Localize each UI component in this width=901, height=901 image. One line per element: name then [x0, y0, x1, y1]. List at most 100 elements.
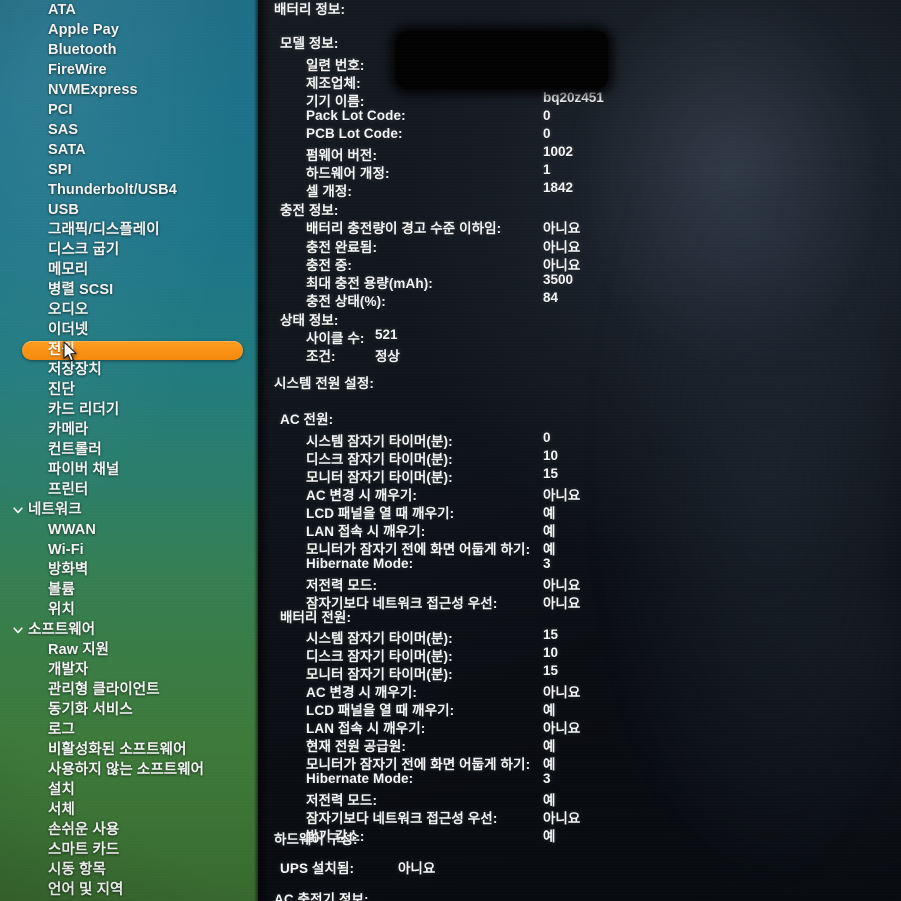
sidebar-item-18[interactable]: 저장장치 [0, 360, 258, 380]
system-information-window: ATA Apple Pay Bluetooth FireWire NVMExpress P… [0, 0, 901, 901]
sidebar-item-1[interactable]: Apple Pay [0, 20, 258, 40]
sidebar-item-38[interactable]: 사용하지 않는 소프트웨어 [0, 760, 258, 780]
info-row-value: 15 [543, 627, 559, 642]
info-section-header: AC 충전기 정보: [274, 892, 369, 901]
sidebar-item-31[interactable]: 소프트웨어 [0, 620, 258, 640]
info-row-label: 디스크 잠자기 타이머(분): [306, 649, 453, 664]
sidebar-item-11[interactable]: 그래픽/디스플레이 [0, 220, 258, 240]
sidebar-item-34[interactable]: 관리형 클라이언트 [0, 680, 258, 700]
sidebar-item-0[interactable]: ATA [0, 0, 258, 20]
info-row-value: 1 [543, 162, 551, 177]
sidebar-item-6[interactable]: SAS [0, 120, 258, 140]
info-row-value: 아니요 [543, 811, 581, 826]
sidebar-item-list[interactable]: ATA Apple Pay Bluetooth FireWire NVMExpress P… [0, 0, 258, 901]
info-row-value: 84 [543, 290, 559, 305]
sidebar-item-17[interactable]: 전원 [0, 340, 258, 360]
sidebar-item-label: 개발자 [48, 662, 89, 678]
sidebar-item-8[interactable]: SPI [0, 160, 258, 180]
sidebar-item-label: 사용하지 않는 소프트웨어 [48, 762, 205, 778]
info-row-value: 정상 [375, 349, 400, 364]
info-row-value: 3500 [543, 272, 574, 287]
screen-glare-reflection [558, 0, 898, 390]
sidebar-item-24[interactable]: 프린터 [0, 480, 258, 500]
sidebar-item-39[interactable]: 설치 [0, 780, 258, 800]
info-subheader: UPS 설치됨: [280, 861, 355, 876]
sidebar-item-20[interactable]: 카드 리더기 [0, 400, 258, 420]
sidebar-item-41[interactable]: 손쉬운 사용 [0, 820, 258, 840]
sidebar-item-30[interactable]: 위치 [0, 600, 258, 620]
info-row-label: 저전력 모드: [306, 793, 378, 808]
info-row-label: 시스템 잠자기 타이머(분): [306, 434, 453, 449]
sidebar-item-label: 그래픽/디스플레이 [48, 222, 160, 238]
sidebar-item-4[interactable]: NVMExpress [0, 80, 258, 100]
info-row-value: 0 [543, 126, 551, 141]
sidebar-item-3[interactable]: FireWire [0, 60, 258, 80]
sidebar-item-36[interactable]: 로그 [0, 720, 258, 740]
sidebar-item-label: 파이버 채널 [48, 462, 120, 478]
sidebar-item-32[interactable]: Raw 지원 [0, 640, 258, 660]
sidebar-item-22[interactable]: 컨트롤러 [0, 440, 258, 460]
sidebar-item-13[interactable]: 메모리 [0, 260, 258, 280]
sidebar-item-label: 서체 [48, 802, 75, 818]
sidebar-item-label: SPI [48, 162, 72, 178]
sidebar-item-7[interactable]: SATA [0, 140, 258, 160]
info-row-value: 예 [543, 793, 556, 808]
info-row-label: 제조업체: [306, 76, 361, 91]
info-row-label: 디스크 잠자기 타이머(분): [306, 452, 453, 467]
sidebar-item-label: 비활성화된 소프트웨어 [48, 742, 187, 758]
info-row-label: 현재 전원 공급원: [306, 739, 406, 754]
info-row-value: 예 [543, 703, 556, 718]
sidebar-item-29[interactable]: 볼륨 [0, 580, 258, 600]
info-row-value: 15 [543, 466, 559, 481]
sidebar-item-label: 볼륨 [48, 582, 75, 598]
sidebar-item-43[interactable]: 시동 항목 [0, 860, 258, 880]
info-row-label: 잠자기보다 네트워크 접근성 우선: [306, 811, 498, 826]
sidebar-item-label: 컨트롤러 [48, 442, 102, 458]
info-row-label: 모니터가 잠자기 전에 화면 어둡게 하기: [306, 757, 531, 772]
info-row-value: 10 [543, 645, 559, 660]
sidebar-item-27[interactable]: Wi-Fi [0, 540, 258, 560]
sidebar-item-25[interactable]: 네트워크 [0, 500, 258, 520]
sidebar-item-28[interactable]: 방화벽 [0, 560, 258, 580]
info-row-value: bq20z451 [543, 90, 604, 105]
sidebar[interactable]: ATA Apple Pay Bluetooth FireWire NVMExpress P… [0, 0, 258, 901]
sidebar-item-16[interactable]: 이더넷 [0, 320, 258, 340]
sidebar-item-14[interactable]: 병렬 SCSI [0, 280, 258, 300]
info-row-value: 3 [543, 556, 551, 571]
sidebar-item-26[interactable]: WWAN [0, 520, 258, 540]
info-row-value: 예 [543, 739, 556, 754]
sidebar-item-12[interactable]: 디스크 굽기 [0, 240, 258, 260]
sidebar-item-label: Bluetooth [48, 42, 117, 58]
sidebar-item-42[interactable]: 스마트 카드 [0, 840, 258, 860]
info-row-value: 1002 [543, 144, 574, 159]
info-section-header: 배터리 정보: [274, 2, 346, 17]
chevron-down-icon[interactable] [12, 624, 24, 636]
sidebar-item-label: 디스크 굽기 [48, 242, 120, 258]
sidebar-item-5[interactable]: PCI [0, 100, 258, 120]
sidebar-item-label: USB [48, 202, 79, 218]
sidebar-item-33[interactable]: 개발자 [0, 660, 258, 680]
sidebar-item-10[interactable]: USB [0, 200, 258, 220]
info-row-value: 아니요 [543, 221, 581, 236]
sidebar-item-label: 이더넷 [48, 322, 89, 338]
sidebar-item-label: 방화벽 [48, 562, 89, 578]
sidebar-item-19[interactable]: 진단 [0, 380, 258, 400]
sidebar-item-2[interactable]: Bluetooth [0, 40, 258, 60]
info-row-label: Pack Lot Code: [306, 108, 406, 123]
chevron-down-icon[interactable] [12, 504, 24, 516]
sidebar-item-15[interactable]: 오디오 [0, 300, 258, 320]
sidebar-item-35[interactable]: 동기화 서비스 [0, 700, 258, 720]
sidebar-item-37[interactable]: 비활성화된 소프트웨어 [0, 740, 258, 760]
sidebar-item-23[interactable]: 파이버 채널 [0, 460, 258, 480]
info-row-value: 예 [543, 757, 556, 772]
sidebar-item-9[interactable]: Thunderbolt/USB4 [0, 180, 258, 200]
info-row-label: 모니터 잠자기 타이머(분): [306, 667, 453, 682]
sidebar-item-label: 진단 [48, 382, 75, 398]
info-subheader: AC 전원: [280, 412, 334, 427]
sidebar-item-44[interactable]: 언어 및 지역 [0, 880, 258, 900]
info-row-label: 하드웨어 개정: [306, 166, 390, 181]
info-row-label: 모니터 잠자기 타이머(분): [306, 470, 453, 485]
sidebar-item-40[interactable]: 서체 [0, 800, 258, 820]
sidebar-item-label: 오디오 [48, 302, 89, 318]
sidebar-item-21[interactable]: 카메라 [0, 420, 258, 440]
